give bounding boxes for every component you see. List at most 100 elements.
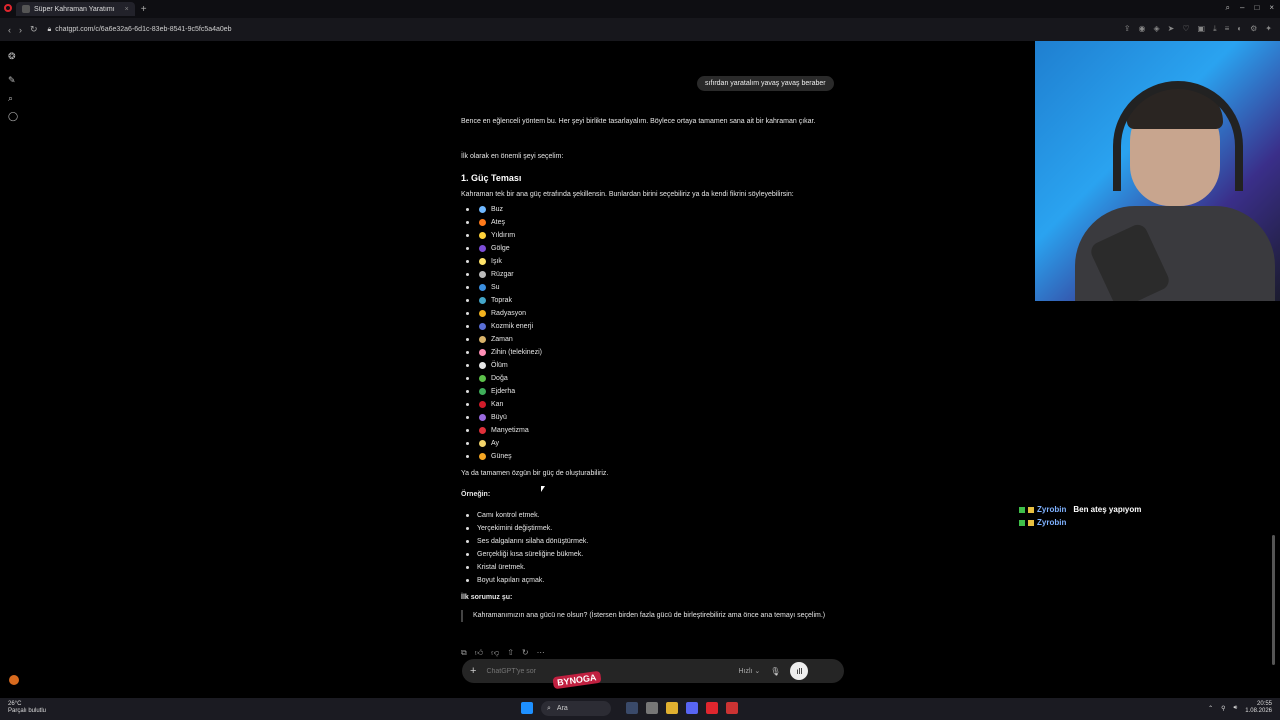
share-icon[interactable]: ⇪ bbox=[1124, 24, 1131, 34]
prompt-input[interactable] bbox=[484, 666, 739, 676]
bullet bbox=[466, 286, 469, 289]
thumbs-down-icon[interactable]: 👎︎ bbox=[491, 648, 499, 658]
dragon-icon bbox=[479, 388, 486, 395]
bullet bbox=[466, 514, 469, 517]
url-text: chatgpt.com/c/6a6e32a6-6d1c-83eb-8541-9c… bbox=[55, 26, 232, 33]
download-icon[interactable]: ⤓ bbox=[1213, 24, 1217, 34]
thumbs-up-icon[interactable]: 👍︎ bbox=[475, 648, 483, 658]
minimize-button[interactable]: – bbox=[1240, 3, 1244, 13]
example-label: Gerçekliği kısa süreliğine bükmek. bbox=[477, 551, 584, 558]
power-list-item: Su bbox=[466, 284, 500, 291]
library-icon[interactable]: ◯ bbox=[8, 111, 18, 122]
chevron-up-icon[interactable]: ⌃ bbox=[1208, 705, 1213, 712]
volume-icon[interactable]: 🔊︎ bbox=[1234, 705, 1238, 712]
power-label: Radyasyon bbox=[491, 310, 527, 317]
power-list-item: Kan bbox=[466, 401, 503, 408]
question-quote: Kahramanımızın ana gücü ne olsun? (İster… bbox=[461, 610, 841, 622]
ai-icon[interactable]: ✦ bbox=[1265, 24, 1272, 34]
sun-icon bbox=[479, 453, 486, 460]
search-tabs-icon[interactable]: ⌕ bbox=[1226, 3, 1230, 13]
power-list-item: Zihin (telekinezi) bbox=[466, 349, 542, 356]
shadow-orb-icon bbox=[479, 245, 486, 252]
mouse-cursor-icon bbox=[541, 486, 545, 492]
heart-icon[interactable]: ♡ bbox=[1182, 24, 1189, 34]
close-tab-icon[interactable]: × bbox=[125, 6, 129, 13]
wave-icon bbox=[479, 284, 486, 291]
assistant-intro: Bence en eğlenceli yöntem bu. Her şeyi b… bbox=[461, 118, 816, 125]
voice-mode-button[interactable]: ıll bbox=[790, 662, 809, 680]
opera-logo-icon[interactable] bbox=[4, 4, 12, 12]
task-view-icon[interactable] bbox=[646, 702, 658, 714]
back-button[interactable]: ‹ bbox=[8, 25, 11, 35]
search-icon[interactable]: ⌕ bbox=[8, 93, 13, 104]
forward-button[interactable]: › bbox=[19, 25, 22, 35]
add-attachment-button[interactable]: + bbox=[470, 665, 476, 677]
model-speed-label: Hızlı bbox=[738, 668, 753, 675]
weather-widget[interactable]: 26°C Parçalı bulutlu bbox=[8, 701, 46, 715]
lock-icon: 🔒︎ bbox=[47, 25, 52, 33]
browser-tab[interactable]: Süper Kahraman Yaratımı × bbox=[16, 2, 135, 16]
share-icon[interactable]: ⇧ bbox=[507, 648, 514, 658]
copy-icon[interactable]: ⧉ bbox=[461, 648, 467, 658]
send-icon[interactable]: ➤ bbox=[1168, 24, 1175, 34]
box-icon[interactable]: ▣ bbox=[1198, 24, 1206, 34]
radiation-icon bbox=[479, 310, 486, 317]
camera-icon[interactable]: ◉ bbox=[1138, 24, 1145, 34]
example-list-item: Ses dalgalarını silaha dönüştürmek. bbox=[466, 538, 588, 545]
clock[interactable]: 20:55 1.08.2026 bbox=[1245, 701, 1272, 715]
bullet bbox=[466, 416, 469, 419]
user-message-bubble: sıfırdan yaratalım yavaş yavaş beraber bbox=[697, 76, 834, 91]
power-list-item: Yıldırım bbox=[466, 232, 515, 239]
brain-icon bbox=[479, 349, 486, 356]
new-tab-button[interactable]: + bbox=[141, 4, 147, 15]
example-list-item: Camı kontrol etmek. bbox=[466, 512, 540, 519]
network-icon[interactable]: ⚲ bbox=[1221, 705, 1225, 712]
bullet bbox=[466, 377, 469, 380]
bullet bbox=[466, 566, 469, 569]
bullet bbox=[466, 429, 469, 432]
power-label: Büyü bbox=[491, 414, 507, 421]
car-app-icon[interactable] bbox=[626, 702, 638, 714]
hourglass-icon bbox=[479, 336, 486, 343]
obs-icon[interactable] bbox=[726, 702, 738, 714]
chatgpt-logo-icon[interactable]: ❂ bbox=[8, 51, 16, 62]
opera-icon[interactable] bbox=[706, 702, 718, 714]
file-explorer-icon[interactable] bbox=[666, 702, 678, 714]
regenerate-icon[interactable]: ↻ bbox=[522, 648, 529, 658]
discord-icon[interactable] bbox=[686, 702, 698, 714]
chat-message: Ben ateş yapıyom bbox=[1073, 505, 1142, 514]
power-label: Doğa bbox=[491, 375, 508, 382]
power-list-item: Ejderha bbox=[466, 388, 515, 395]
microphone-icon[interactable]: 🎙︎ bbox=[770, 667, 780, 676]
power-list-item: Gölge bbox=[466, 245, 510, 252]
power-label: Yıldırım bbox=[491, 232, 516, 239]
user-avatar[interactable] bbox=[9, 675, 19, 685]
power-list-item: Doğa bbox=[466, 375, 508, 382]
first-choice-text: İlk olarak en önemli şeyi seçelim: bbox=[461, 153, 564, 160]
bullet bbox=[466, 273, 469, 276]
bullet bbox=[466, 403, 469, 406]
page-scrollbar[interactable] bbox=[1272, 535, 1275, 665]
bullet bbox=[466, 390, 469, 393]
reload-button[interactable]: ↻ bbox=[30, 24, 38, 35]
bullet bbox=[466, 364, 469, 367]
stream-chat-line: Zyrobin Ben ateş yapıyom bbox=[1019, 505, 1141, 514]
power-label: Ölüm bbox=[491, 362, 508, 369]
maximize-button[interactable]: □ bbox=[1254, 3, 1259, 13]
profile-icon[interactable]: ◐ bbox=[1237, 24, 1242, 34]
url-field[interactable]: 🔒︎ chatgpt.com/c/6a6e32a6-6d1c-83eb-8541… bbox=[48, 26, 232, 34]
taskbar-search[interactable]: ⌕ Ara bbox=[541, 701, 611, 716]
windows-start-icon[interactable] bbox=[521, 702, 533, 714]
more-icon[interactable]: ⋯ bbox=[537, 648, 545, 658]
close-window-button[interactable]: × bbox=[1269, 3, 1274, 13]
fire-icon bbox=[479, 219, 486, 226]
new-chat-icon[interactable]: ✎ bbox=[8, 75, 16, 86]
shield-icon[interactable]: ◈ bbox=[1153, 24, 1159, 34]
menu-icon[interactable]: ≡ bbox=[1225, 24, 1230, 34]
browser-tab-bar: Süper Kahraman Yaratımı × + ⌕ – □ × bbox=[0, 0, 1280, 18]
settings-icon[interactable]: ⚙ bbox=[1250, 24, 1257, 34]
section-title: 1. Güç Teması bbox=[461, 173, 522, 183]
example-label: Yerçekimini değiştirmek. bbox=[477, 525, 553, 532]
model-speed-selector[interactable]: Hızlı ⌄ bbox=[738, 667, 760, 675]
galaxy-icon bbox=[479, 323, 486, 330]
